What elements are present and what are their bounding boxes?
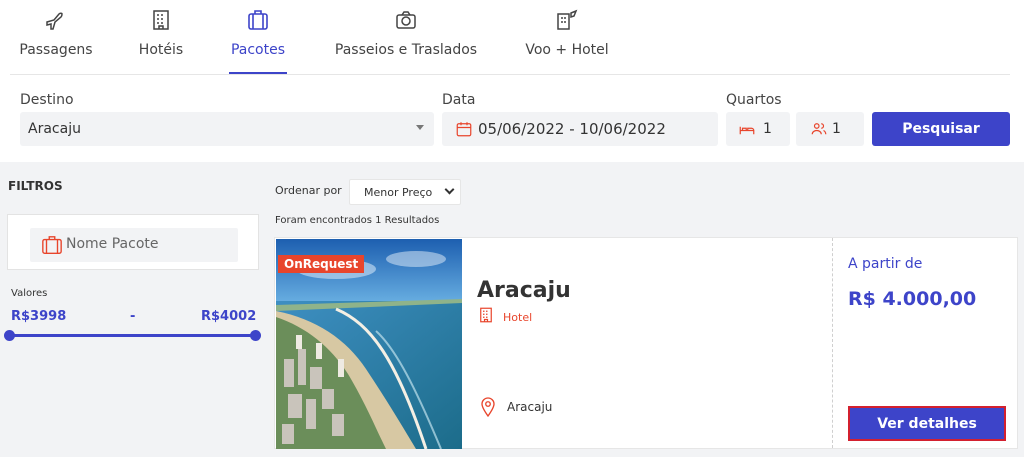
rooms-count: 1 (763, 121, 772, 137)
tab-label: Passeios e Traslados (334, 42, 478, 58)
flight-hotel-icon (557, 9, 578, 30)
sort-value: Menor Preço (364, 186, 433, 199)
price-min: R$3998 (11, 309, 67, 324)
destino-select[interactable]: Aracaju (20, 112, 434, 146)
hotel-building-icon (480, 307, 492, 323)
package-name-input[interactable]: Nome Pacote (30, 228, 238, 262)
results-count: Foram encontrados 1 Resultados (275, 215, 440, 226)
package-result-card: OnRequest Aracaju Hotel Aracaju A partir… (274, 237, 1018, 449)
tab-passeios[interactable]: Passeios e Traslados (330, 8, 482, 58)
rooms-selector[interactable]: 1 (726, 112, 790, 146)
date-range-value: 05/06/2022 - 10/06/2022 (478, 120, 666, 138)
chevron-down-icon (444, 184, 455, 195)
price-slider-track[interactable] (9, 334, 257, 337)
search-button[interactable]: Pesquisar (872, 112, 1010, 146)
airplane-icon (46, 12, 63, 30)
package-name-filter: Nome Pacote (7, 214, 259, 270)
location-pin-icon (481, 397, 495, 418)
tab-label: Hotéis (138, 42, 184, 58)
bed-icon (739, 126, 755, 135)
suitcase-icon (248, 10, 268, 30)
package-location: Aracaju (507, 400, 553, 414)
price-range-separator: - (130, 309, 136, 324)
package-type: Hotel (503, 311, 533, 324)
quartos-label: Quartos (726, 92, 782, 108)
guests-selector[interactable]: 1 (796, 112, 864, 146)
price-max: R$4002 (201, 309, 257, 324)
price-from-label: A partir de (848, 256, 923, 272)
tab-voo-hotel[interactable]: Voo + Hotel (524, 8, 610, 58)
destino-label: Destino (20, 92, 74, 108)
view-details-button[interactable]: Ver detalhes (848, 406, 1006, 441)
guests-count: 1 (832, 121, 841, 137)
tab-label: Voo + Hotel (525, 42, 609, 58)
sort-label: Ordenar por (275, 184, 342, 197)
calendar-icon (456, 122, 472, 137)
sort-select[interactable]: Menor Preço (349, 179, 461, 205)
product-tabs: Passagens Hotéis Pacotes Passeios e Tras… (0, 0, 1024, 75)
tab-passagens[interactable]: Passagens (16, 8, 96, 58)
divider (10, 74, 1010, 75)
filters-title: FILTROS (8, 179, 63, 193)
price-slider-max-handle[interactable] (250, 330, 261, 341)
tab-pacotes[interactable]: Pacotes (228, 8, 288, 58)
tab-hoteis[interactable]: Hotéis (138, 8, 184, 58)
onrequest-badge: OnRequest (278, 255, 365, 273)
people-icon (811, 123, 827, 135)
destino-value: Aracaju (28, 121, 81, 137)
tab-label: Passagens (19, 42, 93, 58)
package-price: R$ 4.000,00 (848, 288, 977, 310)
hotel-building-icon (153, 10, 169, 30)
chevron-down-icon (416, 125, 424, 130)
camera-icon (396, 11, 416, 29)
data-label: Data (442, 92, 476, 108)
price-range-label: Valores (11, 288, 48, 299)
date-range-input[interactable]: 05/06/2022 - 10/06/2022 (442, 112, 718, 146)
tab-label: Pacotes (230, 42, 286, 58)
card-divider (832, 238, 833, 448)
suitcase-icon (42, 236, 62, 254)
package-photo: OnRequest (276, 239, 462, 449)
package-title: Aracaju (477, 278, 571, 303)
package-name-placeholder: Nome Pacote (66, 236, 159, 252)
price-slider-min-handle[interactable] (4, 330, 15, 341)
